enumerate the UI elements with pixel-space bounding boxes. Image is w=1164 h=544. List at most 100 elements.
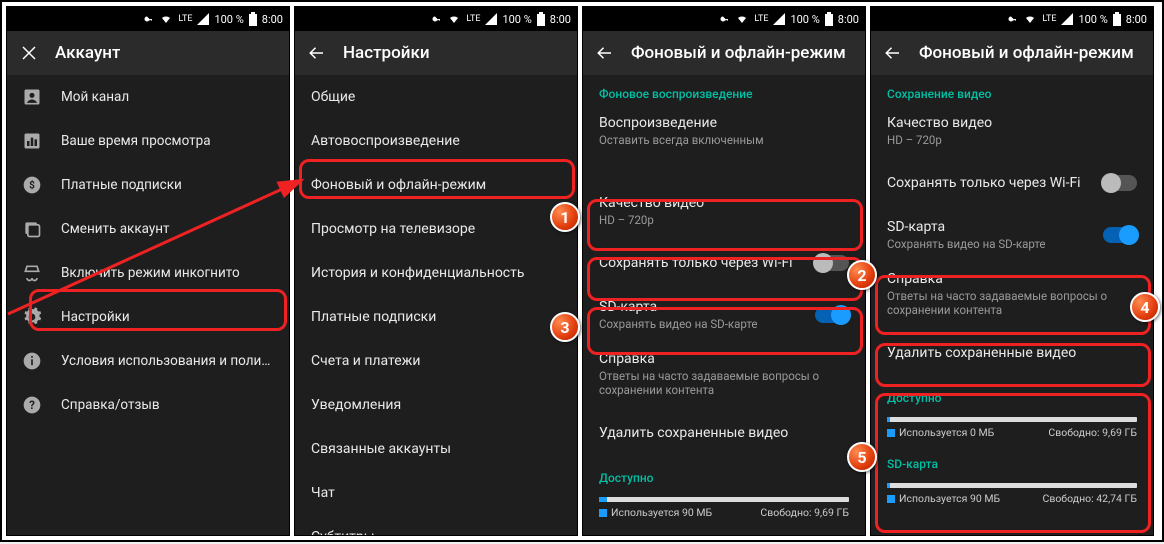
vpn-key-icon: [716, 14, 730, 24]
row-quality[interactable]: Качество видео HD – 720p: [871, 105, 1153, 157]
row-settings[interactable]: Настройки: [7, 295, 289, 339]
row-paid-subs[interactable]: Платные подписки: [295, 295, 577, 339]
battery-icon: [1113, 12, 1121, 26]
back-icon[interactable]: [883, 43, 903, 63]
row-label: Счета и платежи: [311, 353, 420, 369]
clock: 8:00: [262, 13, 283, 26]
row-general[interactable]: Общие: [295, 75, 577, 119]
row-background-offline[interactable]: Фоновый и офлайн-режим: [295, 163, 577, 207]
row-playback[interactable]: Воспроизведение Оставить всегда включенн…: [583, 105, 865, 157]
battery-pct: 100 %: [502, 13, 531, 26]
row-primary: Качество видео: [887, 115, 992, 131]
storage-internal: Используется 90 МБ Свободно: 9,69 ГБ: [583, 489, 865, 525]
row-label: Чат: [311, 485, 335, 501]
svg-text:$: $: [29, 178, 35, 191]
svg-text:?: ?: [29, 398, 35, 412]
back-icon[interactable]: [307, 43, 327, 63]
vpn-key-icon: [1004, 14, 1018, 24]
section-sd: SD-карта: [871, 445, 1153, 475]
row-wifi-only[interactable]: Сохранять только через Wi-Fi: [871, 157, 1153, 209]
row-secondary: HD – 720p: [599, 213, 704, 227]
money-icon: $: [21, 174, 43, 196]
row-label: Платные подписки: [61, 177, 182, 193]
row-sdcard[interactable]: SD-карта Сохранять видео на SD-карте: [583, 289, 865, 341]
page-title: Настройки: [343, 43, 430, 63]
row-label: Мой канал: [61, 89, 129, 105]
page-title: Фоновый и офлайн-режим: [631, 43, 846, 63]
clock: 8:00: [550, 13, 571, 26]
vpn-key-icon: [428, 14, 442, 24]
battery-pct: 100 %: [1078, 13, 1107, 26]
row-chat[interactable]: Чат: [295, 471, 577, 515]
row-tv[interactable]: Просмотр на телевизоре: [295, 207, 577, 251]
row-label: Настройки: [61, 309, 130, 325]
row-secondary: Ответы на часто задаваемые вопросы о сох…: [599, 369, 849, 397]
row-my-channel[interactable]: Мой канал: [7, 75, 289, 119]
lte-label: LTE: [178, 14, 192, 24]
info-icon: [21, 350, 43, 372]
row-delete-videos[interactable]: Удалить сохраненные видео: [871, 327, 1153, 379]
wifi-icon: [735, 13, 749, 25]
toggle-sdcard[interactable]: [1103, 227, 1137, 243]
row-label: Включить режим инкогнито: [61, 265, 240, 281]
battery-icon: [249, 12, 257, 26]
row-label: Субтитры: [311, 529, 375, 536]
row-captions[interactable]: Субтитры: [295, 515, 577, 536]
storage-used: Используется 90 МБ: [611, 506, 712, 519]
appbar: Фоновый и офлайн-режим: [583, 31, 865, 75]
tutorial-composite: LTE 100 % 8:00 Аккаунт Мой канал Ваше вр…: [0, 0, 1164, 542]
row-label: Автовоспроизведение: [311, 133, 460, 149]
row-primary: SD-карта: [599, 299, 758, 315]
row-notifications[interactable]: Уведомления: [295, 383, 577, 427]
storage-free: Свободно: 9,69 ГБ: [1048, 426, 1137, 439]
row-watch-time[interactable]: Ваше время просмотра: [7, 119, 289, 163]
row-switch-account[interactable]: Сменить аккаунт: [7, 207, 289, 251]
row-primary: Справка: [887, 271, 1137, 287]
row-help[interactable]: Справка Ответы на часто задаваемые вопро…: [871, 261, 1153, 327]
row-paid-subs[interactable]: $ Платные подписки: [7, 163, 289, 207]
clock: 8:00: [1126, 13, 1147, 26]
bullet-4: 4: [1130, 292, 1160, 322]
row-label: Уведомления: [311, 397, 401, 413]
row-quality[interactable]: Качество видео HD – 720p: [583, 185, 865, 237]
close-icon[interactable]: [19, 43, 39, 63]
row-wifi-only[interactable]: Сохранять только через Wi-Fi: [583, 237, 865, 289]
status-bar: LTE 100 % 8:00: [295, 7, 577, 31]
chart-icon: [21, 130, 43, 152]
row-help[interactable]: Справка Ответы на часто задаваемые вопро…: [583, 341, 865, 407]
storage-used: Используется 0 МБ: [899, 426, 994, 439]
row-incognito[interactable]: Включить режим инкогнито: [7, 251, 289, 295]
row-primary: Удалить сохраненные видео: [887, 345, 1076, 361]
row-delete-videos[interactable]: Удалить сохраненные видео: [583, 407, 865, 459]
row-terms[interactable]: Условия использования и полит…: [7, 339, 289, 383]
toggle-wifi-only[interactable]: [815, 255, 849, 271]
page-title: Аккаунт: [55, 43, 120, 63]
phone-1-account: LTE 100 % 8:00 Аккаунт Мой канал Ваше вр…: [6, 6, 290, 536]
storage-free: Свободно: 42,74 ГБ: [1042, 492, 1137, 505]
row-primary: Сохранять только через Wi-Fi: [887, 175, 1081, 191]
wifi-icon: [447, 13, 461, 25]
row-primary: SD-карта: [887, 219, 1046, 235]
bullet-5: 5: [847, 442, 877, 472]
row-secondary: Сохранять видео на SD-карте: [887, 237, 1046, 251]
row-history-privacy[interactable]: История и конфиденциальность: [295, 251, 577, 295]
toggle-sdcard[interactable]: [815, 307, 849, 323]
row-primary: Удалить сохраненные видео: [599, 425, 788, 441]
lte-label: LTE: [466, 14, 480, 24]
bullet-1: 1: [550, 202, 580, 232]
switch-account-icon: [21, 218, 43, 240]
bullet-3: 3: [550, 312, 580, 342]
row-sdcard[interactable]: SD-карта Сохранять видео на SD-карте: [871, 209, 1153, 261]
back-icon[interactable]: [595, 43, 615, 63]
battery-icon: [537, 12, 545, 26]
row-label: Условия использования и полит…: [61, 353, 275, 369]
row-autoplay[interactable]: Автовоспроизведение: [295, 119, 577, 163]
row-billing[interactable]: Счета и платежи: [295, 339, 577, 383]
appbar: Фоновый и офлайн-режим: [871, 31, 1153, 75]
row-label: История и конфиденциальность: [311, 265, 524, 281]
row-help[interactable]: ? Справка/отзыв: [7, 383, 289, 427]
toggle-wifi-only[interactable]: [1103, 175, 1137, 191]
row-linked-accounts[interactable]: Связанные аккаунты: [295, 427, 577, 471]
row-primary: Качество видео: [599, 195, 704, 211]
wifi-icon: [159, 13, 173, 25]
